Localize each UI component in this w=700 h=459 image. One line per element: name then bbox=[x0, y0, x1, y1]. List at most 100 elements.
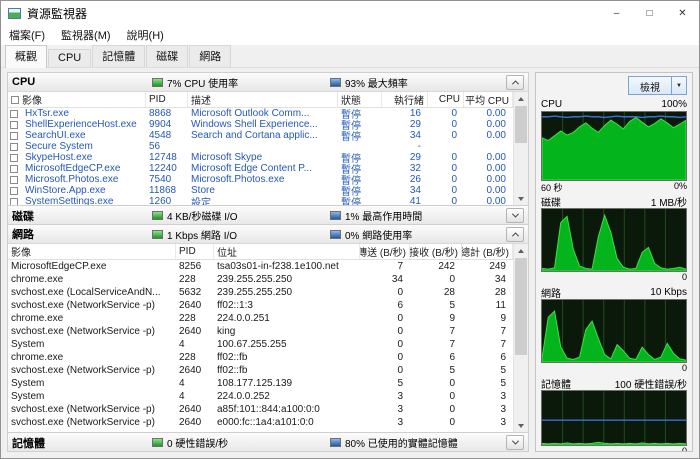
row-checkbox[interactable] bbox=[8, 120, 22, 129]
send-bps: 0 bbox=[397, 287, 403, 298]
network-scrollbar-track[interactable] bbox=[514, 257, 528, 419]
process-name: Microsoft.Photos.exe bbox=[25, 174, 119, 185]
menu-file[interactable]: 檔案(F) bbox=[1, 25, 53, 45]
green-legend-icon bbox=[152, 438, 163, 447]
process-name: svchost.exe (NetworkService -p) bbox=[11, 417, 155, 428]
network-table-row[interactable]: svchost.exe (NetworkService -p) 2640 ff02:… bbox=[8, 364, 513, 377]
process-name: chrome.exe bbox=[11, 352, 64, 363]
network-collapse-button[interactable] bbox=[506, 226, 524, 242]
cpu-scrollbar[interactable] bbox=[513, 92, 528, 205]
cpu-table-row[interactable]: SystemSettings.exe 1260 設定 暫停 41 0 0.00 bbox=[8, 196, 513, 205]
tab-bar: 概觀 CPU 記憶體 磁碟 網路 bbox=[1, 45, 699, 68]
blue-legend-icon bbox=[330, 438, 341, 447]
receive-bps: 7 bbox=[449, 339, 455, 350]
cpu-col-status[interactable]: 狀態 bbox=[338, 92, 382, 107]
memory-expand-button[interactable] bbox=[506, 435, 524, 450]
row-checkbox[interactable] bbox=[8, 197, 22, 205]
network-table-row[interactable]: chrome.exe 228 239.255.255.250 34 0 34 bbox=[8, 273, 513, 286]
send-bps: 3 bbox=[397, 404, 403, 415]
cpu-col-image[interactable]: 影像 bbox=[8, 92, 146, 107]
net-col-total[interactable]: 總計 (B/秒) bbox=[462, 244, 513, 259]
tab-disk[interactable]: 磁碟 bbox=[146, 45, 189, 67]
process-pid: 4 bbox=[179, 391, 185, 402]
network-table-row[interactable]: svchost.exe (NetworkService -p) 2640 a85f:… bbox=[8, 403, 513, 416]
arrow-down-icon bbox=[518, 423, 524, 428]
view-button[interactable]: 檢視 ▼ bbox=[628, 76, 687, 95]
cpu-scrollbar-track[interactable] bbox=[514, 105, 528, 192]
network-table-header: 影像 PID 位址 傳送 (B/秒) 接收 (B/秒) 總計 (B/秒) bbox=[8, 244, 513, 260]
cpu-table-row[interactable]: SkypeHost.exe 12748 Microsoft Skype 暫停 29 0 0.… bbox=[8, 152, 513, 165]
network-table-row[interactable]: MicrosoftEdgeCP.exe 8256 tsa03s01-in-f238.… bbox=[8, 260, 513, 273]
maximize-button[interactable]: □ bbox=[633, 1, 666, 25]
network-scrollbar[interactable] bbox=[513, 244, 528, 432]
cpu-col-pid[interactable]: PID bbox=[146, 92, 188, 107]
network-table-row[interactable]: System 4 108.177.125.139 5 0 5 bbox=[8, 377, 513, 390]
cpu-table-row[interactable]: MicrosoftEdgeCP.exe 12240 Microsoft Edge C… bbox=[8, 163, 513, 176]
cpu-col-average[interactable]: 平均 CPU bbox=[464, 92, 513, 107]
row-checkbox[interactable] bbox=[8, 153, 22, 162]
scroll-up-button[interactable] bbox=[514, 244, 528, 257]
network-section-title: 網路 bbox=[12, 229, 34, 241]
network-table-row[interactable]: svchost.exe (LocalServiceAndN... 5632 239.… bbox=[8, 286, 513, 299]
cpu-table-row[interactable]: SearchUI.exe 4548 Search and Cortana appli… bbox=[8, 130, 513, 143]
tab-overview[interactable]: 概觀 bbox=[5, 45, 47, 68]
process-avg-cpu: 0.00 bbox=[486, 152, 506, 163]
net-col-receive[interactable]: 接收 (B/秒) bbox=[410, 244, 462, 259]
process-avg-cpu: 0.00 bbox=[486, 130, 506, 141]
cpu-table-row[interactable]: Microsoft.Photos.exe 7540 Microsoft.Photos… bbox=[8, 174, 513, 187]
close-button[interactable]: ✕ bbox=[666, 1, 699, 25]
process-description: 設定 bbox=[191, 198, 211, 205]
process-pid: 228 bbox=[179, 352, 196, 363]
net-col-send[interactable]: 傳送 (B/秒) bbox=[360, 244, 410, 259]
header-checkbox[interactable] bbox=[11, 95, 19, 104]
cpu-col-cpu[interactable]: CPU bbox=[428, 92, 464, 107]
process-status: 暫停 bbox=[341, 132, 361, 143]
dropdown-arrow-icon[interactable]: ▼ bbox=[671, 77, 686, 94]
network-table-row[interactable]: System 4 100.67.255.255 0 7 7 bbox=[8, 338, 513, 351]
tab-network[interactable]: 網路 bbox=[189, 45, 232, 67]
network-table-row[interactable]: chrome.exe 228 ff02::fb 0 6 6 bbox=[8, 351, 513, 364]
tab-cpu[interactable]: CPU bbox=[48, 49, 92, 67]
process-name: MicrosoftEdgeCP.exe bbox=[11, 261, 107, 272]
network-table-row[interactable]: svchost.exe (NetworkService -p) 2640 king 0… bbox=[8, 325, 513, 338]
net-col-image[interactable]: 影像 bbox=[8, 244, 176, 259]
cpu-table-row[interactable]: Secure System 56 - bbox=[8, 141, 513, 152]
disk-expand-button[interactable] bbox=[506, 208, 524, 223]
menu-help[interactable]: 說明(H) bbox=[119, 25, 172, 45]
cpu-table-row[interactable]: ShellExperienceHost.exe 9904 Windows Shell… bbox=[8, 119, 513, 132]
menu-monitor[interactable]: 監視器(M) bbox=[53, 25, 119, 45]
scroll-up-button[interactable] bbox=[514, 92, 528, 105]
cpu-col-threads[interactable]: 執行緒 bbox=[382, 92, 428, 107]
cpu-collapse-button[interactable] bbox=[506, 74, 524, 90]
blue-legend-icon bbox=[330, 229, 341, 239]
total-bps: 9 bbox=[500, 313, 506, 324]
row-checkbox[interactable] bbox=[8, 186, 22, 195]
tab-memory[interactable]: 記憶體 bbox=[92, 45, 146, 67]
row-checkbox[interactable] bbox=[8, 142, 22, 151]
network-table-row[interactable]: chrome.exe 228 224.0.0.251 0 9 9 bbox=[8, 312, 513, 325]
process-description: Microsoft.Photos.exe bbox=[191, 174, 285, 185]
scroll-down-button[interactable] bbox=[514, 419, 528, 432]
cpu-col-description[interactable]: 描述 bbox=[188, 92, 338, 107]
net-col-pid[interactable]: PID bbox=[176, 244, 214, 259]
row-checkbox[interactable] bbox=[8, 175, 22, 184]
minimize-button[interactable]: – bbox=[600, 1, 633, 25]
row-checkbox[interactable] bbox=[8, 109, 22, 118]
titlebar: 資源監視器 – □ ✕ bbox=[1, 1, 699, 25]
network-table-row[interactable]: svchost.exe (NetworkService -p) 2640 e000:… bbox=[8, 416, 513, 429]
overview-page: CPU 7% CPU 使用率 93% 最大頻率 影像 PID 描述 狀態 執行緒… bbox=[1, 68, 699, 458]
row-checkbox[interactable] bbox=[8, 131, 22, 140]
network-scrollbar-thumb[interactable] bbox=[515, 258, 527, 356]
cpu-scrollbar-thumb[interactable] bbox=[515, 106, 527, 143]
scroll-down-button[interactable] bbox=[514, 192, 528, 205]
row-checkbox[interactable] bbox=[8, 164, 22, 173]
network-table-row[interactable]: svchost.exe (NetworkService -p) 2640 ff02:… bbox=[8, 299, 513, 312]
memory-graph-scale: 100 硬性錯誤/秒 bbox=[614, 380, 687, 391]
receive-bps: 0 bbox=[449, 404, 455, 415]
disk-graph-title: 磁碟 bbox=[541, 198, 561, 209]
resource-monitor-window: 資源監視器 – □ ✕ 檔案(F) 監視器(M) 說明(H) 概觀 CPU 記憶… bbox=[0, 0, 700, 459]
cpu-table-row[interactable]: HxTsr.exe 8868 Microsoft Outlook Comm... 暫停… bbox=[8, 108, 513, 121]
net-col-address[interactable]: 位址 bbox=[214, 244, 360, 259]
total-bps: 28 bbox=[494, 287, 506, 298]
network-table-row[interactable]: System 4 224.0.0.252 3 0 3 bbox=[8, 390, 513, 403]
